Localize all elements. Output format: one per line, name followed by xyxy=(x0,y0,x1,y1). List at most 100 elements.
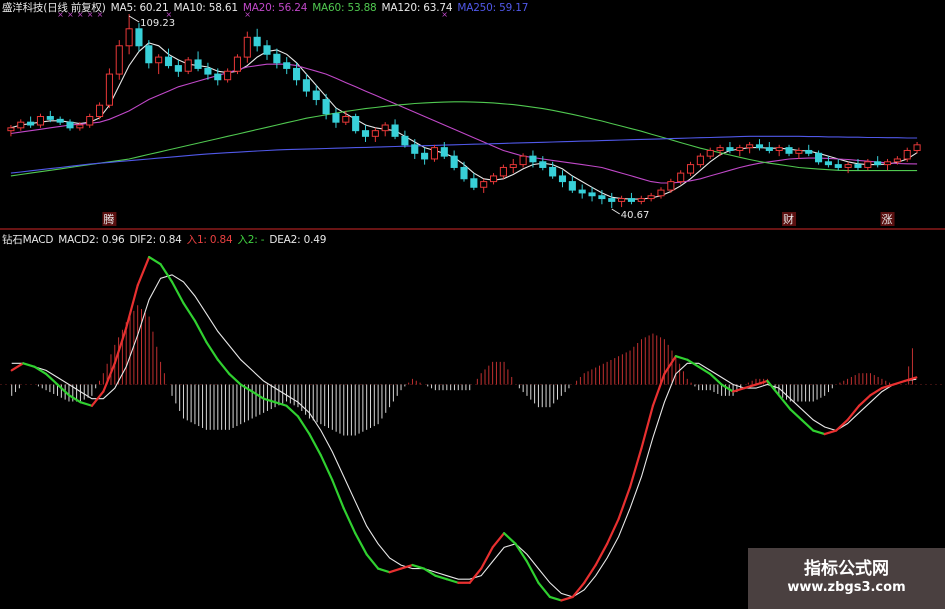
watermark-title: 指标公式网 xyxy=(804,559,889,579)
candle-body xyxy=(332,113,340,123)
candle-body xyxy=(17,121,25,129)
candle-body xyxy=(391,124,399,137)
candle-body xyxy=(558,175,567,183)
candle-body xyxy=(509,164,517,168)
candle-body xyxy=(874,161,882,166)
candle-body xyxy=(815,152,823,163)
candle-body xyxy=(716,147,724,151)
candle-body xyxy=(549,166,557,177)
candle-body xyxy=(194,59,202,69)
candle-body xyxy=(263,45,271,55)
candle-body xyxy=(854,164,862,168)
watermark-url: www.zbgs3.com xyxy=(787,580,906,595)
candle-body xyxy=(834,164,842,168)
candle-body xyxy=(499,166,507,177)
candle-body xyxy=(805,149,813,154)
candle-body xyxy=(539,161,547,168)
candle-body xyxy=(647,195,655,200)
candle-body xyxy=(795,149,803,154)
macd-legend-item-0: 钻石MACD xyxy=(2,234,54,246)
price-legend-item-5: MA120: 63.74 xyxy=(381,2,453,14)
candle-body xyxy=(598,195,606,200)
date-tag: 财 xyxy=(783,212,794,226)
candle-body xyxy=(224,70,232,81)
candle-body xyxy=(56,118,64,123)
candle-body xyxy=(105,73,113,106)
candle-body xyxy=(164,56,173,67)
candle-body xyxy=(352,116,360,132)
candle-body xyxy=(696,155,704,166)
price-legend-item-3: MA20: 56.24 xyxy=(242,2,308,14)
candle-body xyxy=(480,181,488,188)
macd-legend-item-2: DIF2: 0.84 xyxy=(129,234,182,246)
candle-body xyxy=(411,144,419,154)
candle-body xyxy=(322,99,330,115)
candle-body xyxy=(155,56,163,64)
candle-body xyxy=(893,158,901,163)
low-label: 40.67 xyxy=(621,210,650,221)
candle-body xyxy=(657,189,665,197)
candle-body xyxy=(578,189,586,194)
candle-body xyxy=(883,161,892,166)
candle-body xyxy=(785,147,793,154)
candle-body xyxy=(233,56,242,72)
candle-body xyxy=(568,181,576,191)
candle-body xyxy=(736,147,744,151)
candle-body xyxy=(765,147,773,151)
candle-body xyxy=(401,135,409,146)
macd-legend-item-5: DEA2: 0.49 xyxy=(269,234,327,246)
candle-body xyxy=(529,155,537,163)
candle-body xyxy=(243,36,251,58)
candle-body xyxy=(96,104,104,118)
candle-body xyxy=(637,198,645,202)
candle-body xyxy=(864,161,872,168)
price-legend-item-1: MA5: 60.21 xyxy=(110,2,169,14)
candle-body xyxy=(824,161,832,166)
candle-body xyxy=(519,155,527,166)
candle-body xyxy=(184,59,192,72)
price-legend-item-2: MA10: 58.61 xyxy=(173,2,239,14)
candle-body xyxy=(361,130,370,137)
candle-body xyxy=(371,130,379,137)
candle-body xyxy=(312,90,320,101)
candle-body xyxy=(273,53,281,64)
watermark: 指标公式网 www.zbgs3.com xyxy=(748,548,945,609)
price-legend-item-6: MA250: 59.17 xyxy=(457,2,529,14)
candle-body xyxy=(450,155,458,168)
candle-body xyxy=(27,121,35,126)
candle-body xyxy=(775,147,783,151)
candle-body xyxy=(214,73,222,81)
candle-body xyxy=(36,116,45,126)
candle-body xyxy=(421,152,429,160)
candle-body xyxy=(115,45,123,75)
candle-body xyxy=(726,147,734,151)
candle-body xyxy=(283,62,291,69)
candle-body xyxy=(460,166,468,180)
candle-body xyxy=(746,144,754,149)
candle-body xyxy=(686,164,695,174)
price-legend-item-4: MA60: 53.88 xyxy=(312,2,377,14)
candle-body xyxy=(145,45,153,64)
candle-body xyxy=(470,178,478,188)
candle-body xyxy=(627,198,635,202)
candle-body xyxy=(844,164,852,168)
candle-body xyxy=(76,124,84,129)
macd-legend-item-4: 入2: - xyxy=(237,234,265,246)
candle-body xyxy=(608,198,616,202)
price-legend-item-0: 盛洋科技(日线 前复权) xyxy=(2,2,106,14)
candle-body xyxy=(342,116,350,123)
candle-body xyxy=(489,175,498,183)
candle-body xyxy=(204,67,212,75)
candle-body xyxy=(618,198,626,202)
candle-body xyxy=(706,149,714,157)
high-label: 109.23 xyxy=(140,18,175,29)
candle-body xyxy=(293,67,301,81)
date-tag: 腾 xyxy=(103,212,114,226)
macd-legend-item-3: 入1: 0.84 xyxy=(186,234,233,246)
candle-body xyxy=(440,147,448,157)
candle-body xyxy=(667,181,675,191)
candle-body xyxy=(174,65,182,72)
candle-body xyxy=(913,144,921,151)
candle-body xyxy=(135,28,143,47)
price-legend: 盛洋科技(日线 前复权) MA5: 60.21 MA10: 58.61 MA20: 5… xyxy=(2,0,533,15)
